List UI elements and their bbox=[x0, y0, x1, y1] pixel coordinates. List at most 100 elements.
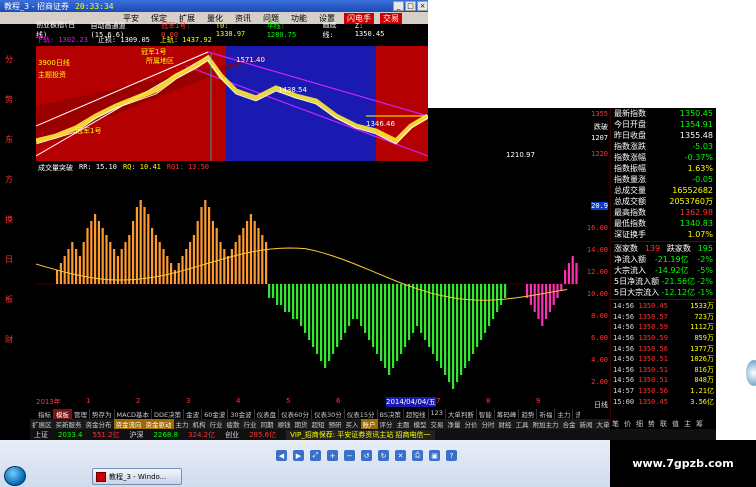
tab-11[interactable]: 仪表30分 bbox=[312, 409, 345, 419]
tool-tab-1[interactable]: 买新服务 bbox=[54, 419, 84, 429]
quote-tab-0[interactable]: 笔 bbox=[610, 419, 621, 429]
help-icon[interactable]: ? bbox=[446, 450, 457, 461]
left-strip-label-2[interactable]: 东 bbox=[4, 132, 14, 148]
orange-bar bbox=[139, 200, 142, 284]
quote-tab-4[interactable]: 联 bbox=[658, 419, 669, 429]
tool-tab-19[interactable]: 模型 bbox=[412, 419, 429, 429]
tool-tab-22[interactable]: 分价 bbox=[463, 419, 480, 429]
quote-tab-5[interactable]: 值 bbox=[670, 419, 681, 429]
green-bar bbox=[408, 284, 411, 340]
tool-tab-2[interactable]: 资金分布 bbox=[84, 419, 114, 429]
tab-21[interactable]: 主力 bbox=[555, 409, 574, 419]
tool-tab-4[interactable]: 资金驱动 bbox=[143, 419, 174, 429]
tab-3[interactable]: 势存为 bbox=[90, 409, 115, 419]
quote-tab-7[interactable]: 筹 bbox=[694, 419, 705, 429]
tab-2[interactable]: 管理 bbox=[72, 409, 90, 419]
tool-tab-28[interactable]: 新闻 bbox=[578, 419, 595, 429]
tool-tab-15[interactable]: 买入 bbox=[344, 419, 361, 429]
quote-tab-6[interactable]: 主 bbox=[682, 419, 693, 429]
close-icon[interactable]: × bbox=[417, 1, 428, 11]
green-bar bbox=[372, 284, 375, 347]
tab-0[interactable]: 指标 bbox=[36, 409, 54, 419]
tool-tab-18[interactable]: 主题 bbox=[395, 419, 412, 429]
tool-tab-13[interactable]: 超短 bbox=[310, 419, 327, 429]
tool-tab-9[interactable]: 行业 bbox=[242, 419, 259, 429]
quote-tab-1[interactable]: 价 bbox=[622, 419, 633, 429]
tab-17[interactable]: 智能 bbox=[477, 409, 495, 419]
print-icon[interactable]: ⎙ bbox=[412, 450, 423, 461]
tab-18[interactable]: 筹码峰 bbox=[495, 409, 520, 419]
tool-tab-0[interactable]: 扩展区 bbox=[30, 419, 54, 429]
left-strip-label-4[interactable]: 换 bbox=[4, 212, 14, 228]
status-index1[interactable]: 上证 bbox=[34, 430, 48, 440]
save-icon[interactable]: ▣ bbox=[429, 450, 440, 461]
tool-tab-11[interactable]: 顺钱 bbox=[276, 419, 293, 429]
tool-tab-21[interactable]: 净量 bbox=[446, 419, 463, 429]
tab-12[interactable]: 仪表15分 bbox=[345, 409, 378, 419]
tick-time: 14:56 bbox=[613, 302, 635, 311]
tab-9[interactable]: 仪表盘 bbox=[255, 409, 280, 419]
tool-tab-27[interactable]: 合金 bbox=[561, 419, 578, 429]
tab-1[interactable]: 模板 bbox=[54, 409, 72, 419]
fit-icon[interactable]: ⤢ bbox=[310, 450, 321, 461]
tool-tab-14[interactable]: 预研 bbox=[327, 419, 344, 429]
tool-tab-10[interactable]: 同期 bbox=[259, 419, 276, 429]
left-strip-label-3[interactable]: 方 bbox=[4, 172, 14, 188]
tab-14[interactable]: 超短线 bbox=[404, 409, 429, 419]
tool-tab-23[interactable]: 分时 bbox=[480, 419, 497, 429]
tab-8[interactable]: 30金波 bbox=[228, 409, 255, 419]
tab-13[interactable]: BS决策 bbox=[378, 409, 404, 419]
left-strip-label-0[interactable]: 分 bbox=[4, 52, 14, 68]
minimize-icon[interactable]: _ bbox=[393, 1, 404, 11]
rotate-right-icon[interactable]: ↻ bbox=[378, 450, 389, 461]
tool-tab-8[interactable]: 疲散 bbox=[225, 419, 242, 429]
tab-19[interactable]: 趋势 bbox=[519, 409, 538, 419]
quote-label: 指数涨跌 bbox=[614, 142, 646, 151]
left-strip-label-1[interactable]: 势 bbox=[4, 92, 14, 108]
tool-tab-29[interactable]: 大单追踪 bbox=[595, 419, 611, 429]
tool-tab-3[interactable]: 资金流向 bbox=[113, 419, 144, 429]
left-strip-label-7[interactable]: 财 bbox=[4, 332, 14, 348]
tab-22[interactable]: 洗盘抽杀 bbox=[573, 409, 580, 419]
zoom-out-icon[interactable]: − bbox=[344, 450, 355, 461]
green-bar bbox=[332, 284, 335, 354]
indicator-tab-row: 指标 模板 管理 势存为 MACD基本 DDE决策 金波 60金波 30金波 仪表盘 仪表60分 仪表… bbox=[36, 409, 580, 419]
taskbar-app-button[interactable]: 教程_3 - Windo... bbox=[92, 468, 182, 485]
indicator-svg bbox=[35, 200, 580, 389]
tab-15[interactable]: 123 bbox=[429, 409, 446, 419]
tab-6[interactable]: 金波 bbox=[184, 409, 203, 419]
tool-tab-7[interactable]: 行业 bbox=[208, 419, 225, 429]
tool-tab-17[interactable]: 评分 bbox=[378, 419, 395, 429]
clock: 20:33:34 bbox=[75, 1, 114, 11]
orange-bar bbox=[105, 235, 108, 284]
maximize-icon[interactable]: □ bbox=[405, 1, 416, 11]
rotate-left-icon[interactable]: ↺ bbox=[361, 450, 372, 461]
tool-tab-12[interactable]: 期货 bbox=[293, 419, 310, 429]
status-index2[interactable]: 沪深 bbox=[130, 430, 144, 440]
left-strip-label-6[interactable]: 板 bbox=[4, 292, 14, 308]
tool-tab-6[interactable]: 机构 bbox=[191, 419, 208, 429]
delete-icon[interactable]: ✕ bbox=[395, 450, 406, 461]
tool-tab-20[interactable]: 交易 bbox=[429, 419, 446, 429]
tab-10[interactable]: 仪表60分 bbox=[279, 409, 312, 419]
tool-tab-5[interactable]: 主力 bbox=[174, 419, 191, 429]
quote-tab-2[interactable]: 细 bbox=[634, 419, 645, 429]
tab-4[interactable]: MACD基本 bbox=[115, 409, 152, 419]
left-strip-label-5[interactable]: 日 bbox=[4, 252, 14, 268]
tool-tab-16[interactable]: 账户 bbox=[360, 419, 378, 429]
prev-icon[interactable]: ◀ bbox=[276, 450, 287, 461]
news-ticker[interactable]: VIP_招商保荐: 平安证券资讯主站 招商电信一 bbox=[286, 429, 435, 440]
zoom-in-icon[interactable]: + bbox=[327, 450, 338, 461]
quote-tab-3[interactable]: 势 bbox=[646, 419, 657, 429]
status-index3[interactable]: 创业 bbox=[225, 430, 239, 440]
tab-20[interactable]: 祈福 bbox=[537, 409, 556, 419]
tool-tab-25[interactable]: 工具 bbox=[514, 419, 531, 429]
tab-7[interactable]: 60金波 bbox=[202, 409, 229, 419]
start-button-icon[interactable] bbox=[4, 466, 26, 486]
tick-row-5: 14:56 1350.51 1026万 bbox=[611, 354, 716, 365]
tab-5[interactable]: DDE决策 bbox=[152, 409, 185, 419]
next-icon[interactable]: ▶ bbox=[293, 450, 304, 461]
tool-tab-26[interactable]: 附加主力 bbox=[531, 419, 561, 429]
tab-16[interactable]: 大单判断 bbox=[446, 409, 477, 419]
tool-tab-24[interactable]: 财经 bbox=[497, 419, 514, 429]
